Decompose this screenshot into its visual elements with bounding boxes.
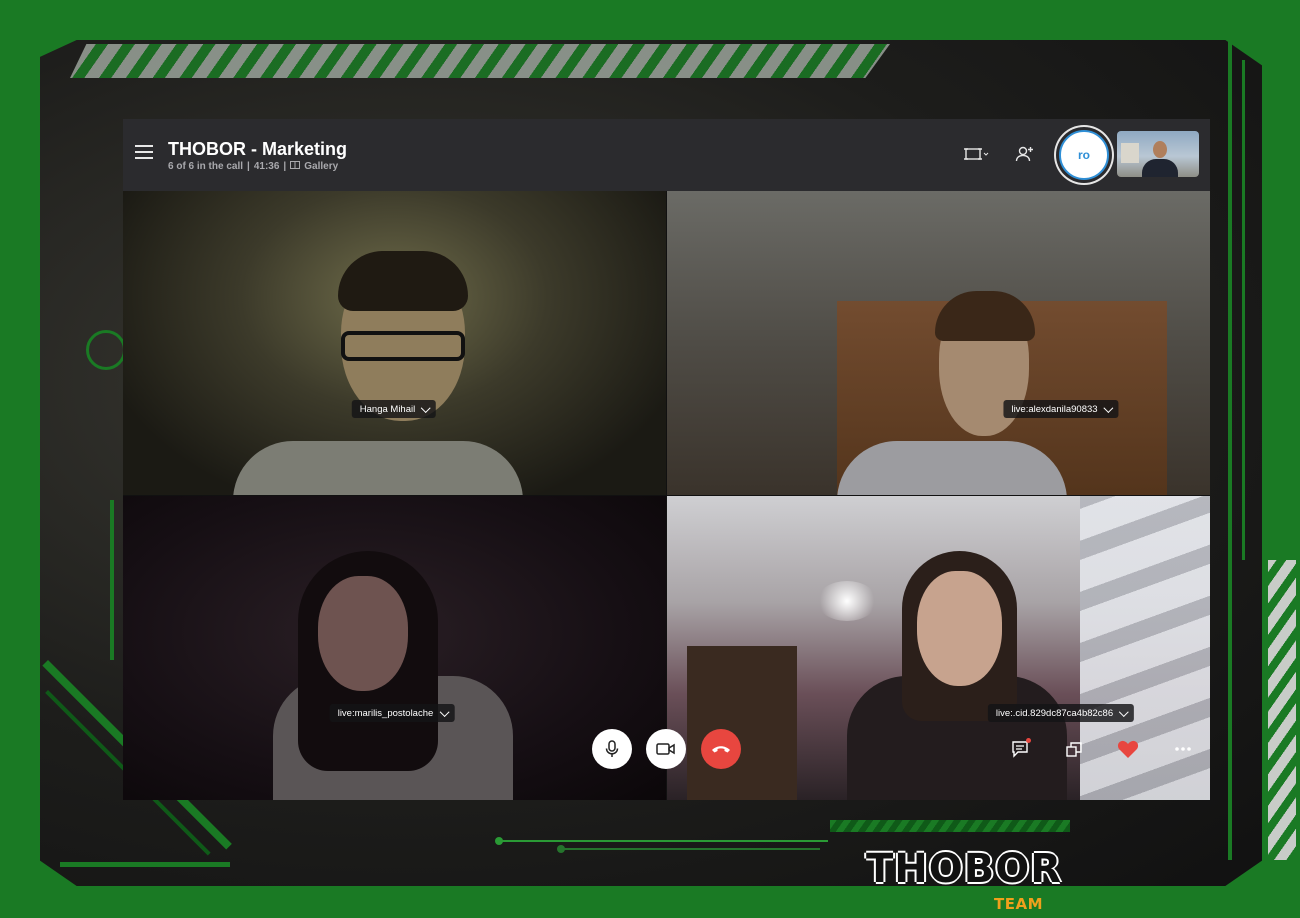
react-button[interactable] [1114, 735, 1142, 763]
screen-share-icon[interactable] [963, 141, 991, 167]
notification-dot [1026, 738, 1031, 743]
thobor-team-logo: THOBOR TEAM [866, 846, 1061, 914]
frame-hatch-bottom [830, 820, 1070, 832]
video-tile-3[interactable]: live:marilis_postolache [123, 496, 666, 800]
video-tile-1[interactable]: Hanga Mihail [123, 191, 666, 495]
participant-body [837, 441, 1067, 495]
frame-hatch-top [70, 44, 890, 78]
video-camera-icon [656, 743, 675, 755]
frame-dot-line [495, 837, 828, 845]
participant-hair [338, 251, 468, 311]
participant-name-tag[interactable]: live:.cid.829dc87ca4b82c86 [987, 704, 1135, 722]
participant-body [233, 441, 523, 495]
hang-up-button[interactable] [701, 729, 741, 769]
add-person-icon[interactable] [1011, 141, 1039, 167]
call-topbar: THOBOR - Marketing 6 of 6 in the call | … [123, 119, 1210, 191]
status-separator: | [283, 161, 287, 172]
call-duration: 41:36 [253, 161, 280, 172]
participant-glasses [341, 331, 465, 361]
chat-button[interactable] [1006, 735, 1034, 763]
background-wardrobe [687, 646, 797, 800]
participant-name-tag[interactable]: live:alexdanila90833 [1003, 400, 1119, 418]
frame-line-left [110, 500, 114, 660]
view-mode-label[interactable]: Gallery [304, 161, 338, 172]
video-toggle-button[interactable] [646, 729, 686, 769]
heart-icon [1117, 740, 1139, 758]
phone-hangup-icon [712, 746, 730, 753]
frame-circle-decoration [86, 330, 126, 370]
preview-person-head [1153, 141, 1167, 158]
hamburger-icon[interactable] [135, 145, 153, 159]
more-options-button[interactable] [1169, 735, 1197, 763]
call-title: THOBOR - Marketing [168, 139, 348, 159]
participant-name: Hanga Mihail [359, 403, 416, 415]
video-tile-2[interactable]: live:alexdanila90833 [667, 191, 1210, 495]
status-separator: | [247, 161, 250, 172]
chevron-down-icon [439, 706, 450, 717]
more-options-icon [1175, 747, 1191, 751]
gallery-icon[interactable] [290, 161, 301, 172]
frame-line-right-inner [1242, 60, 1245, 560]
call-window: THOBOR - Marketing 6 of 6 in the call | … [123, 119, 1210, 800]
frame-line-bottom-left [60, 862, 230, 867]
switch-view-button[interactable] [1060, 735, 1088, 763]
call-status: 6 of 6 in the call | 41:36 | Gallery [168, 161, 338, 172]
microphone-icon [605, 740, 619, 757]
avatar-initials: ro [1078, 148, 1090, 162]
chevron-down-icon [1103, 402, 1114, 413]
participant-hair [935, 291, 1035, 341]
logo-text: THOBOR [866, 846, 1063, 892]
chevron-down-icon [421, 402, 432, 413]
mute-button[interactable] [592, 729, 632, 769]
participant-name: live:alexdanila90833 [1011, 403, 1098, 415]
chevron-down-icon [1119, 706, 1129, 717]
switch-view-icon [1066, 742, 1082, 757]
background-ceiling-light [817, 581, 877, 621]
frame-hatch-right [1268, 560, 1296, 860]
participant-name-tag[interactable]: live:marilis_postolache [329, 704, 455, 722]
self-video-preview[interactable] [1117, 131, 1199, 177]
participant-name: live:.cid.829dc87ca4b82c86 [995, 707, 1114, 719]
participant-head [318, 576, 408, 691]
participant-name: live:marilis_postolache [337, 707, 434, 719]
preview-person-body [1142, 159, 1178, 177]
preview-background-poster [1121, 143, 1139, 163]
logo-subtext: TEAM [994, 895, 1044, 913]
avatar[interactable]: ro [1059, 130, 1109, 180]
participant-head [917, 571, 1002, 686]
frame-dot-line-2 [557, 845, 820, 853]
participant-count: 6 of 6 in the call [168, 161, 244, 172]
frame-line-right [1228, 40, 1232, 860]
participant-name-tag[interactable]: Hanga Mihail [351, 400, 437, 418]
